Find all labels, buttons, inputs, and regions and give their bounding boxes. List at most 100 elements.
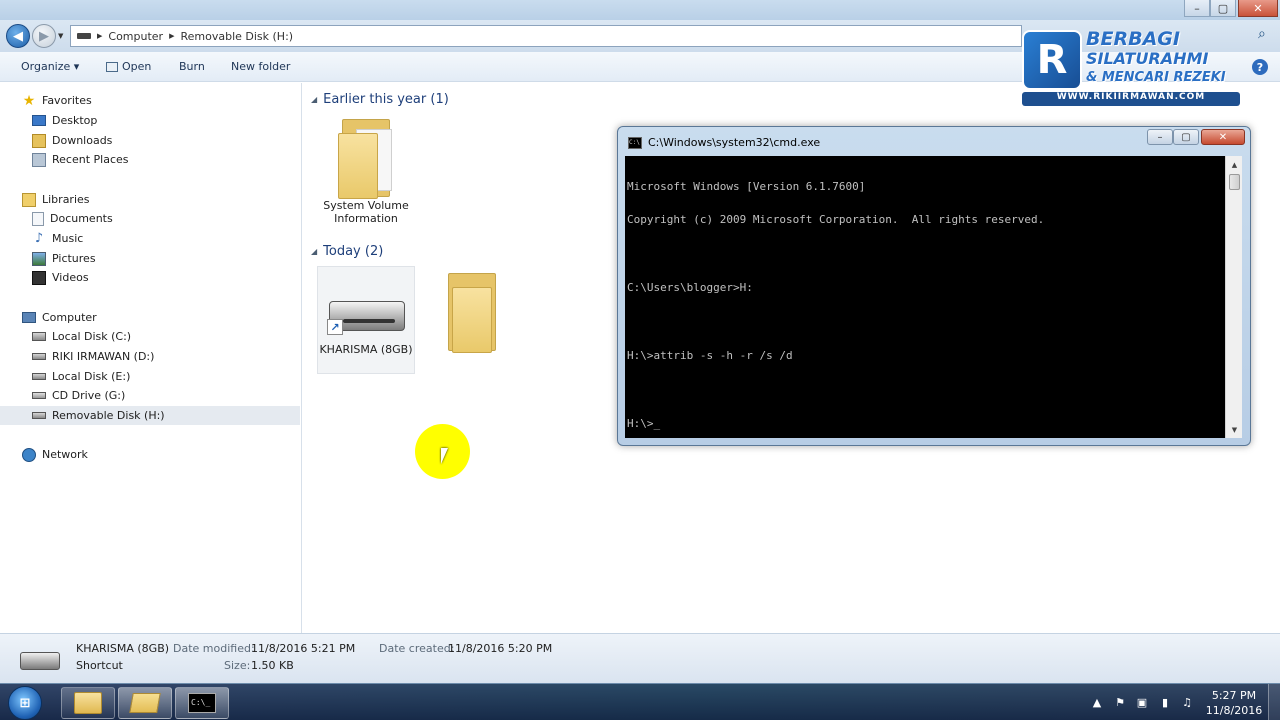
nav-local-disk-e[interactable]: Local Disk (E:) bbox=[0, 367, 300, 386]
details-name: KHARISMA (8GB) bbox=[76, 642, 170, 655]
breadcrumb-removable-disk[interactable]: Removable Disk (H:) bbox=[180, 30, 293, 43]
details-size-value: 1.50 KB bbox=[251, 659, 294, 672]
back-button[interactable]: ◀ bbox=[6, 24, 30, 48]
cmd-console[interactable]: Microsoft Windows [Version 6.1.7600] Cop… bbox=[625, 156, 1225, 438]
help-icon[interactable]: ? bbox=[1252, 59, 1268, 75]
recent-places-icon bbox=[32, 152, 46, 167]
nav-local-disk-c[interactable]: Local Disk (C:) bbox=[0, 327, 300, 346]
nav-computer[interactable]: Computer bbox=[0, 308, 300, 327]
breadcrumb-computer[interactable]: Computer bbox=[108, 30, 163, 43]
collapse-triangle-icon[interactable]: ◢ bbox=[311, 247, 317, 256]
cd-drive-icon bbox=[32, 392, 46, 399]
pictures-icon bbox=[32, 251, 46, 266]
nav-documents[interactable]: Documents bbox=[0, 209, 300, 228]
network-tray-icon[interactable]: ▮ bbox=[1158, 696, 1172, 710]
nav-label: Network bbox=[42, 448, 88, 461]
cmd-scrollbar[interactable]: ▲ ▼ bbox=[1225, 156, 1242, 438]
system-clock[interactable]: 5:27 PM 11/8/2016 bbox=[1204, 688, 1264, 718]
power-icon[interactable]: ▣ bbox=[1135, 696, 1149, 710]
cmd-minimize-button[interactable]: – bbox=[1147, 129, 1173, 145]
file-label: Information bbox=[334, 212, 398, 225]
chevron-right-icon[interactable]: ▶ bbox=[97, 32, 102, 40]
details-modified-value: 11/8/2016 5:21 PM bbox=[251, 642, 356, 655]
nav-label: Desktop bbox=[52, 114, 98, 127]
minimize-button[interactable]: – bbox=[1184, 0, 1210, 17]
clock-time: 5:27 PM bbox=[1211, 689, 1257, 702]
console-line: Microsoft Windows [Version 6.1.7600] bbox=[627, 179, 866, 193]
scroll-up-icon[interactable]: ▲ bbox=[1226, 156, 1243, 173]
close-button[interactable]: ✕ bbox=[1238, 0, 1278, 17]
nav-libraries[interactable]: Libraries bbox=[0, 190, 300, 209]
arrow-right-icon: ▶ bbox=[39, 28, 49, 44]
chevron-right-icon[interactable]: ▶ bbox=[169, 32, 174, 40]
show-desktop-button[interactable] bbox=[1268, 684, 1280, 720]
console-line: H:\>attrib -s -h -r /s /d bbox=[627, 349, 793, 363]
file-system-volume-information[interactable]: System Volume Information bbox=[317, 113, 415, 225]
search-icon[interactable]: ⌕ bbox=[1258, 26, 1266, 42]
nav-pictures[interactable]: Pictures bbox=[0, 249, 300, 268]
open-label: Open bbox=[122, 60, 152, 73]
nav-favorites[interactable]: ★ Favorites bbox=[0, 91, 300, 110]
group-header-today[interactable]: ◢ Today (2) bbox=[311, 244, 383, 259]
nav-recent-places[interactable]: Recent Places bbox=[0, 150, 300, 169]
cmd-close-button[interactable]: ✕ bbox=[1201, 129, 1245, 145]
removable-drive-icon: ↗ bbox=[323, 283, 409, 343]
show-hidden-icons-icon[interactable]: ▲ bbox=[1090, 696, 1104, 710]
nav-network[interactable]: Network bbox=[0, 445, 300, 464]
nav-label: Documents bbox=[50, 212, 113, 225]
explorer-titlebar[interactable]: – ▢ ✕ bbox=[0, 0, 1280, 20]
nav-cd-drive-g[interactable]: CD Drive (G:) bbox=[0, 386, 300, 405]
open-icon bbox=[106, 61, 118, 72]
nav-riki-irmawan-d[interactable]: RIKI IRMAWAN (D:) bbox=[0, 347, 300, 366]
taskbar-explorer-button[interactable] bbox=[61, 687, 115, 719]
nav-downloads[interactable]: Downloads bbox=[0, 131, 300, 150]
recent-pages-dropdown-icon[interactable]: ▼ bbox=[58, 32, 63, 40]
nav-label: Downloads bbox=[52, 134, 113, 147]
details-pane: KHARISMA (8GB) Shortcut Date modified: 1… bbox=[0, 633, 1280, 683]
address-field[interactable]: ▶ Computer ▶ Removable Disk (H:) bbox=[70, 25, 1022, 47]
nav-music[interactable]: ♪ Music bbox=[0, 229, 300, 248]
nav-label: Local Disk (E:) bbox=[52, 370, 131, 383]
taskbar-folder-button[interactable] bbox=[118, 687, 172, 719]
organize-button[interactable]: Organize ▾ bbox=[21, 60, 79, 73]
cmd-maximize-button[interactable]: ▢ bbox=[1173, 129, 1199, 145]
logo-line-3: & MENCARI REZEKI bbox=[1086, 70, 1226, 85]
file-unnamed-folder[interactable] bbox=[423, 267, 521, 353]
removable-disk-icon bbox=[32, 412, 46, 419]
start-button[interactable]: ⊞ bbox=[8, 686, 42, 720]
maximize-button[interactable]: ▢ bbox=[1210, 0, 1236, 17]
taskbar-cmd-button[interactable]: C:\_ bbox=[175, 687, 229, 719]
arrow-left-icon: ◀ bbox=[13, 28, 23, 44]
action-center-icon[interactable]: ⚑ bbox=[1113, 696, 1127, 710]
taskbar: ⊞ C:\_ ▲ ⚑ ▣ ▮ ♫ 5:27 PM 11/8/2016 bbox=[0, 683, 1280, 720]
group-header-earlier[interactable]: ◢ Earlier this year (1) bbox=[311, 92, 449, 107]
new-folder-button[interactable]: New folder bbox=[231, 60, 290, 73]
open-button[interactable]: Open bbox=[106, 60, 151, 73]
cmd-icon: C:\ bbox=[628, 137, 642, 149]
nav-videos[interactable]: Videos bbox=[0, 268, 300, 287]
folder-icon bbox=[336, 113, 396, 199]
console-line: C:\Users\blogger>H: bbox=[627, 281, 753, 295]
music-icon: ♪ bbox=[34, 230, 44, 246]
logo-r-icon: R bbox=[1022, 30, 1082, 90]
nav-desktop[interactable]: Desktop bbox=[0, 111, 300, 130]
burn-button[interactable]: Burn bbox=[179, 60, 205, 73]
group-title: Today (2) bbox=[323, 244, 384, 259]
folder-icon bbox=[129, 693, 161, 713]
scroll-down-icon[interactable]: ▼ bbox=[1226, 421, 1243, 438]
collapse-triangle-icon[interactable]: ◢ bbox=[311, 95, 317, 104]
scroll-thumb[interactable] bbox=[1229, 174, 1240, 190]
drive-icon bbox=[32, 373, 46, 380]
nav-label: CD Drive (G:) bbox=[52, 389, 126, 402]
downloads-icon bbox=[32, 133, 46, 148]
forward-button[interactable]: ▶ bbox=[32, 24, 56, 48]
logo-line-2: SILATURAHMI bbox=[1086, 49, 1209, 68]
file-label: KHARISMA (8GB) bbox=[319, 343, 413, 356]
nav-label: Favorites bbox=[42, 94, 92, 107]
console-line: Copyright (c) 2009 Microsoft Corporation… bbox=[627, 213, 1045, 227]
volume-icon[interactable]: ♫ bbox=[1180, 696, 1194, 710]
file-kharisma-shortcut[interactable]: ↗ KHARISMA (8GB) bbox=[317, 266, 415, 374]
nav-removable-disk-h[interactable]: Removable Disk (H:) bbox=[0, 406, 300, 425]
details-type: Shortcut bbox=[76, 659, 123, 672]
star-icon: ★ bbox=[22, 92, 36, 109]
